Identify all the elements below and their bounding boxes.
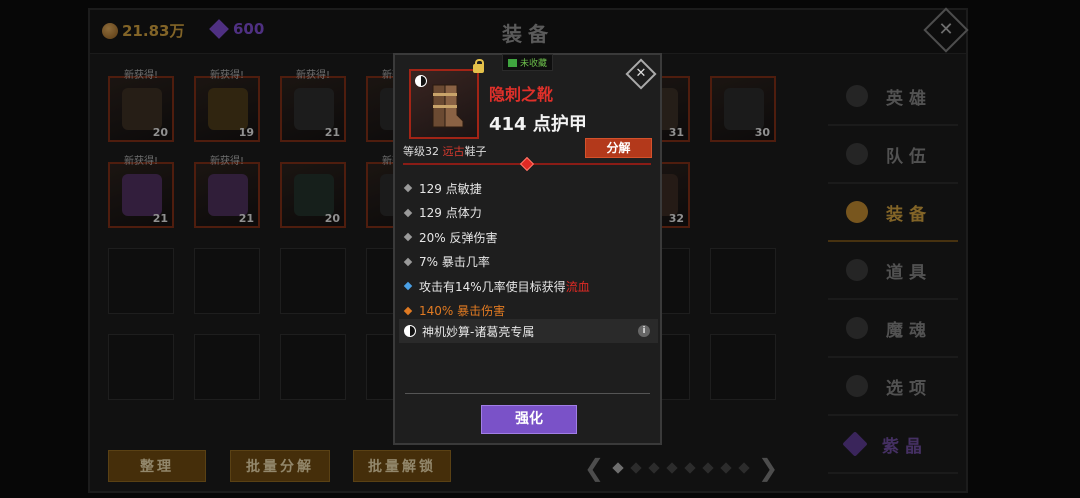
close-icon: ✕ [635,66,647,81]
divider-gem-icon [519,156,535,172]
yin-yang-icon [415,75,427,87]
item-name: 隐刺之靴 [489,85,554,104]
item-slot: 鞋子 [464,145,487,158]
divider [405,393,650,394]
diamond-bullet-icon [403,233,413,242]
special-stat-row: 攻击有14%几率使目标获得流血 [403,274,590,299]
yin-yang-icon [404,325,416,337]
set-name: 神机妙算-诸葛亮专属 [422,324,535,339]
stat-list: 129 点敏捷 129 点体力 20% 反弹伤害 7% 暴击几率 攻击有14%几… [403,176,590,323]
item-armor: 414 点护甲 [489,114,587,135]
info-icon[interactable]: i [638,325,650,337]
dismantle-button[interactable]: 分解 [585,138,652,158]
tooltip-close-button[interactable]: ✕ [625,58,657,90]
strengthen-button[interactable]: 强化 [481,405,577,434]
stat-row: 129 点敏捷 [403,176,590,201]
collect-badge[interactable]: 未收藏 [502,54,554,71]
diamond-bullet-icon [403,306,413,315]
collect-badge-label: 未收藏 [520,59,548,69]
stat-text: 129 点敏捷 [419,181,482,196]
stat-text: 7% 暴击几率 [419,255,490,270]
set-bonus-row[interactable]: 神机妙算-诸葛亮专属 i [399,319,658,343]
item-rarity: 远古 [442,145,465,158]
stat-text: 20% 反弹伤害 [419,230,498,245]
item-meta: 等级32 远古鞋子 [403,143,487,159]
diamond-bullet-icon [403,184,413,193]
lock-icon[interactable] [473,59,484,73]
bleed-effect: 流血 [565,279,590,294]
item-tooltip: 未收藏 ✕ 隐刺之靴 414 点护甲 等级32 远古鞋子 分解 129 点敏捷 … [393,53,662,445]
stat-row: 20% 反弹伤害 [403,225,590,250]
boots-icon [432,84,464,128]
diamond-bullet-icon [403,257,413,266]
book-icon [508,58,517,67]
diamond-bullet-icon [403,208,413,217]
stat-row: 129 点体力 [403,201,590,226]
stat-row: 7% 暴击几率 [403,250,590,275]
special-stat-text: 攻击有14%几率使目标获得 [419,279,566,294]
stat-text: 129 点体力 [419,206,482,221]
stat-text: 140% 暴击伤害 [419,304,506,319]
item-level: 等级32 [403,145,439,158]
diamond-bullet-icon [403,282,413,291]
item-icon-frame [409,69,479,139]
